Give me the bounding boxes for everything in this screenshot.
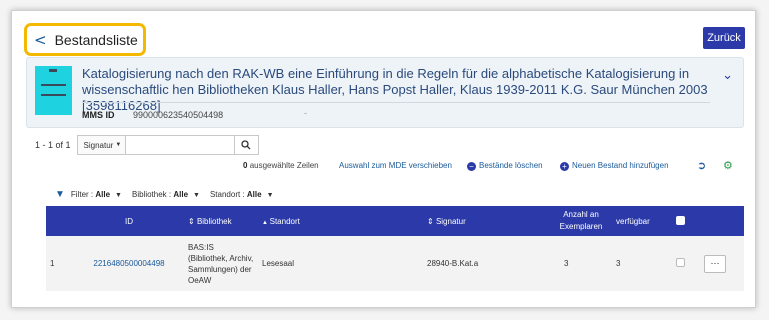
expand-chevron-icon[interactable]: ⌄	[722, 68, 733, 83]
row-location: Lesesaal	[262, 259, 295, 268]
row-checkbox[interactable]	[676, 258, 685, 267]
more-icon: ⋯	[710, 258, 720, 268]
back-chevron-icon[interactable]: <	[34, 31, 47, 49]
row-id-link[interactable]: 2216480500004498	[93, 259, 164, 268]
back-button[interactable]: Zurück	[703, 27, 745, 49]
search-icon	[241, 140, 251, 150]
search-toolbar: 1 - 1 of 1 Signatur ▼	[35, 135, 259, 155]
row-num: 1	[50, 259, 55, 268]
main-panel: < Bestandsliste Zurück Katalogisierung n…	[11, 10, 756, 308]
col-num	[46, 206, 74, 236]
caret-down-icon: ▼	[115, 191, 122, 199]
col-id[interactable]: ID	[74, 206, 184, 236]
col-library[interactable]: ⇕ Bibliothek	[184, 206, 258, 236]
mms-id-value: 990000623540504498	[133, 110, 224, 120]
mms-id-label: MMS ID	[82, 110, 115, 120]
book-cover-thumbnail	[35, 66, 72, 115]
record-divider	[82, 102, 710, 103]
selected-text: ausgewählte Zeilen	[249, 161, 319, 170]
plus-icon: +	[560, 162, 569, 171]
move-to-mde-link[interactable]: Auswahl zum MDE verschieben	[339, 161, 452, 170]
library-filter-value: Alle	[173, 189, 189, 199]
search-field-select[interactable]: Signatur ▼	[76, 135, 125, 155]
record-summary: Katalogisierung nach den RAK-WB eine Ein…	[26, 57, 744, 128]
location-filter-dropdown[interactable]: Standort : Alle ▼	[210, 190, 274, 199]
filter-value: Alle	[95, 189, 111, 199]
location-filter-label: Standort :	[209, 189, 245, 199]
col-library-label: Bibliothek	[196, 216, 232, 226]
row-actions-cell: ⋯	[700, 236, 744, 291]
table-header-row: ID ⇕ Bibliothek ▲ Standort ⇕ Signatur An…	[46, 206, 744, 236]
col-signature[interactable]: ⇕ Signatur	[423, 206, 550, 236]
selected-count: 0	[243, 161, 248, 170]
search-field-label: Signatur	[83, 140, 114, 150]
row-select-cell	[672, 236, 700, 291]
result-count: 1 - 1 of 1	[35, 140, 71, 150]
row-id-cell: 2216480500004498	[74, 236, 184, 291]
filter-label: Filter :	[70, 189, 94, 199]
mms-extra: -	[304, 108, 307, 118]
col-location-label: Standort	[269, 216, 300, 226]
filter-dropdown[interactable]: Filter : Alle ▼	[71, 190, 122, 199]
settings-icon[interactable]: ⚙	[723, 159, 733, 172]
page-title: Bestandsliste	[54, 31, 138, 48]
row-library: BAS:IS (Bibliothek, Archiv, Sammlungen) …	[188, 242, 254, 285]
record-title[interactable]: Katalogisierung nach den RAK-WB eine Ein…	[82, 66, 722, 114]
col-location[interactable]: ▲ Standort	[258, 206, 423, 236]
selected-rows: 0 ausgewählte Zeilen	[243, 161, 319, 170]
export-icon[interactable]: ➲	[697, 159, 706, 172]
sort-icon: ⇕	[427, 216, 436, 226]
delete-holdings-label: Bestände löschen	[479, 161, 543, 170]
search-input[interactable]	[124, 135, 235, 155]
select-all-checkbox[interactable]	[676, 215, 685, 225]
library-filter-dropdown[interactable]: Bibliothek : Alle ▼	[132, 190, 200, 199]
page-title-box: < Bestandsliste	[24, 23, 146, 56]
search-button[interactable]	[234, 135, 259, 155]
add-holding-button[interactable]: + Neuen Bestand hinzufügen	[560, 161, 669, 171]
row-copies: 3	[564, 259, 569, 268]
caret-down-icon: ▼	[115, 142, 122, 148]
col-select-all[interactable]	[672, 206, 700, 236]
holdings-table: ID ⇕ Bibliothek ▲ Standort ⇕ Signatur An…	[46, 206, 744, 291]
row-available: 3	[616, 259, 621, 268]
caret-down-icon: ▼	[193, 191, 200, 199]
col-actions	[700, 206, 744, 236]
sort-icon: ⇕	[188, 216, 197, 226]
library-filter-label: Bibliothek :	[131, 189, 172, 199]
col-signature-label: Signatur	[435, 216, 466, 226]
row-more-button[interactable]: ⋯	[704, 254, 726, 273]
col-copies[interactable]: Anzahl an Exemplaren	[550, 206, 612, 236]
add-holding-label: Neuen Bestand hinzufügen	[572, 161, 669, 170]
table-row[interactable]: 1 2216480500004498 BAS:IS (Bibliothek, A…	[46, 236, 744, 291]
filter-icon: ▼	[55, 188, 65, 200]
col-available[interactable]: verfügbar	[612, 206, 672, 236]
row-signature: 28940-B.Kat.a	[427, 259, 479, 268]
location-filter-value: Alle	[246, 189, 262, 199]
caret-down-icon: ▼	[266, 191, 274, 199]
filter-bar: ▼ Filter : Alle ▼ Bibliothek : Alle ▼ Stan…	[55, 187, 284, 201]
minus-icon: −	[467, 162, 476, 171]
delete-holdings-button[interactable]: − Bestände löschen	[467, 161, 543, 171]
sort-asc-icon: ▲	[262, 219, 270, 226]
actions-bar: 0 ausgewählte Zeilen Auswahl zum MDE ver…	[12, 159, 755, 175]
